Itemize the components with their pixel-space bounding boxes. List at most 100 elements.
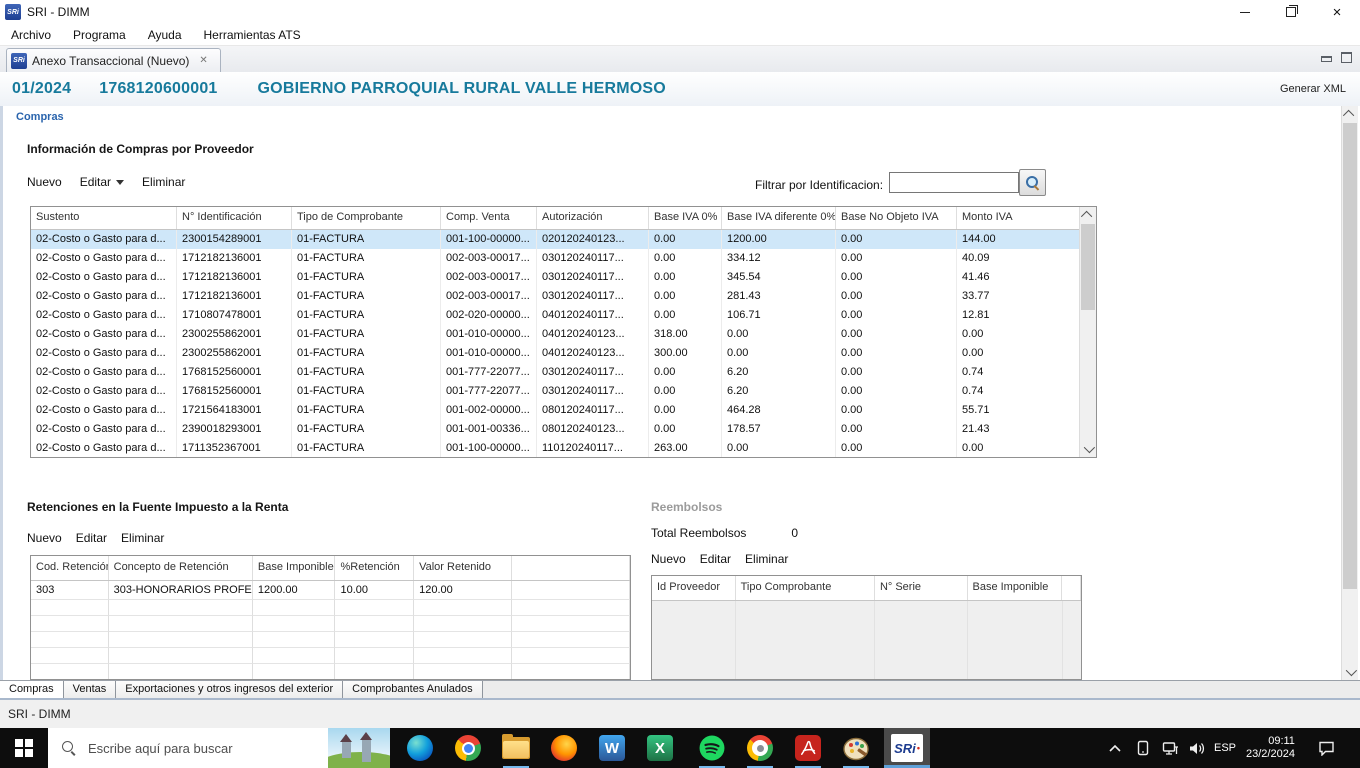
table-row[interactable]: 02-Costo o Gasto para d...17681525600010…	[31, 363, 1096, 382]
menu-ayuda[interactable]: Ayuda	[137, 28, 193, 42]
compras-table-scrollbar[interactable]	[1079, 207, 1096, 457]
table-cell: 263.00	[649, 439, 722, 458]
column-header[interactable]: Comp. Venta	[441, 207, 537, 229]
table-row[interactable]: 02-Costo o Gasto para d...23001542890010…	[31, 230, 1096, 249]
close-button[interactable]: ×	[1314, 0, 1360, 24]
search-input[interactable]	[86, 740, 328, 757]
column-header[interactable]: Base IVA 0%	[649, 207, 722, 229]
tab-compras[interactable]: Compras	[0, 681, 64, 698]
column-header[interactable]	[1062, 576, 1081, 600]
reembolsos-table-body	[652, 601, 1081, 680]
table-row[interactable]: 303303-HONORARIOS PROFESIO...1200.0010.0…	[31, 581, 630, 600]
column-header[interactable]: N° Serie	[875, 576, 968, 600]
table-row[interactable]: 02-Costo o Gasto para d...23002558620010…	[31, 344, 1096, 363]
table-row[interactable]	[31, 600, 630, 616]
taskbar-acrobat[interactable]	[784, 728, 832, 768]
table-row[interactable]: 02-Costo o Gasto para d...17113523670010…	[31, 439, 1096, 458]
column-header[interactable]: Tipo de Comprobante	[292, 207, 441, 229]
retenciones-nuevo-button[interactable]: Nuevo	[27, 531, 62, 545]
scrollbar-thumb[interactable]	[1343, 123, 1357, 589]
tab-anexo-transaccional[interactable]: SRi Anexo Transaccional (Nuevo) ✕	[6, 48, 221, 72]
table-cell: 1712182136001	[177, 249, 292, 268]
column-header[interactable]: Base Imponible	[253, 556, 336, 580]
taskbar-spotify[interactable]	[688, 728, 736, 768]
scroll-up-icon[interactable]	[1080, 207, 1096, 223]
taskbar-edge[interactable]	[396, 728, 444, 768]
tray-device[interactable]	[1136, 728, 1160, 768]
scroll-up-icon[interactable]	[1342, 106, 1358, 122]
column-header[interactable]: %Retención	[335, 556, 414, 580]
menu-programa[interactable]: Programa	[62, 28, 137, 42]
compras-eliminar-button[interactable]: Eliminar	[142, 175, 185, 189]
taskbar-excel[interactable]: X	[636, 728, 684, 768]
column-header[interactable]: Cod. Retención	[31, 556, 109, 580]
search-highlight-image[interactable]	[328, 728, 390, 768]
scroll-down-icon[interactable]	[1080, 441, 1096, 457]
tray-language[interactable]: ESP	[1214, 728, 1244, 768]
column-header[interactable]: Valor Retenido	[414, 556, 512, 580]
column-header[interactable]: Monto IVA	[957, 207, 1081, 229]
retenciones-eliminar-button[interactable]: Eliminar	[121, 531, 164, 545]
start-button[interactable]	[0, 728, 48, 768]
column-header[interactable]: Base Imponible	[968, 576, 1063, 600]
scrollbar-thumb[interactable]	[1081, 224, 1095, 310]
table-row[interactable]: 02-Costo o Gasto para d...17108074780010…	[31, 306, 1096, 325]
menu-archivo[interactable]: Archivo	[0, 28, 62, 42]
table-row[interactable]	[31, 632, 630, 648]
form-scrollbar[interactable]	[1341, 106, 1358, 680]
table-row[interactable]: 02-Costo o Gasto para d...17121821360010…	[31, 268, 1096, 287]
table-cell: 6.20	[722, 363, 836, 382]
minimize-button[interactable]	[1222, 0, 1268, 24]
table-row[interactable]: 02-Costo o Gasto para d...17121821360010…	[31, 249, 1096, 268]
column-header[interactable]: Sustento	[31, 207, 177, 229]
reembolsos-eliminar-button[interactable]: Eliminar	[745, 552, 788, 566]
tray-network[interactable]	[1162, 728, 1186, 768]
restore-button[interactable]	[1268, 0, 1314, 24]
table-row[interactable]: 02-Costo o Gasto para d...17681525600010…	[31, 382, 1096, 401]
tab-close-icon[interactable]: ✕	[195, 53, 211, 68]
retenciones-editar-button[interactable]: Editar	[76, 531, 107, 545]
column-header[interactable]: N° Identificación	[177, 207, 292, 229]
tray-clock[interactable]: 09:11 23/2/2024	[1246, 728, 1312, 768]
scroll-down-icon[interactable]	[1342, 664, 1358, 680]
table-row[interactable]	[31, 664, 630, 680]
filter-input[interactable]	[889, 172, 1019, 193]
reembolsos-editar-button[interactable]: Editar	[700, 552, 731, 566]
tab-exportaciones[interactable]: Exportaciones y otros ingresos del exter…	[116, 681, 343, 698]
taskbar-paint[interactable]	[832, 728, 880, 768]
taskbar-word[interactable]: W	[588, 728, 636, 768]
tray-volume[interactable]	[1188, 728, 1214, 768]
tab-comprobantes-anulados[interactable]: Comprobantes Anulados	[343, 681, 482, 698]
column-header[interactable]: Concepto de Retención	[109, 556, 253, 580]
table-row[interactable]: 02-Costo o Gasto para d...23900182930010…	[31, 420, 1096, 439]
view-maximize-icon[interactable]	[1340, 52, 1352, 63]
taskbar-chrome-app[interactable]	[736, 728, 784, 768]
table-row[interactable]: 02-Costo o Gasto para d...17215641830010…	[31, 401, 1096, 420]
compras-nuevo-button[interactable]: Nuevo	[27, 175, 62, 189]
column-header[interactable]: Tipo Comprobante	[736, 576, 875, 600]
table-row[interactable]: 02-Costo o Gasto para d...23002558620010…	[31, 325, 1096, 344]
taskbar-file-explorer[interactable]	[492, 728, 540, 768]
taskbar-search[interactable]	[48, 728, 390, 768]
column-header[interactable]	[512, 556, 630, 580]
filter-search-button[interactable]	[1019, 169, 1046, 196]
tray-chevron[interactable]	[1108, 728, 1132, 768]
view-minimize-icon[interactable]	[1320, 52, 1332, 63]
column-header[interactable]: Base IVA diferente 0%	[722, 207, 836, 229]
taskbar-chrome[interactable]	[444, 728, 492, 768]
table-row[interactable]	[31, 648, 630, 664]
taskbar-sri-dimm[interactable]: SRi•	[884, 728, 930, 768]
menu-herramientas-ats[interactable]: Herramientas ATS	[193, 28, 312, 42]
compras-editar-button[interactable]: Editar	[80, 175, 124, 189]
tab-ventas[interactable]: Ventas	[64, 681, 117, 698]
column-header[interactable]: Autorización	[537, 207, 649, 229]
reembolsos-nuevo-button[interactable]: Nuevo	[651, 552, 686, 566]
table-row[interactable]: 02-Costo o Gasto para d...17121821360010…	[31, 287, 1096, 306]
taskbar-firefox[interactable]	[540, 728, 588, 768]
tray-action-center[interactable]	[1318, 728, 1346, 768]
column-header[interactable]: Id Proveedor	[652, 576, 736, 600]
table-row[interactable]	[31, 616, 630, 632]
generar-xml-link[interactable]: Generar XML	[1280, 83, 1346, 95]
table-cell: 02-Costo o Gasto para d...	[31, 382, 177, 401]
column-header[interactable]: Base No Objeto IVA	[836, 207, 957, 229]
